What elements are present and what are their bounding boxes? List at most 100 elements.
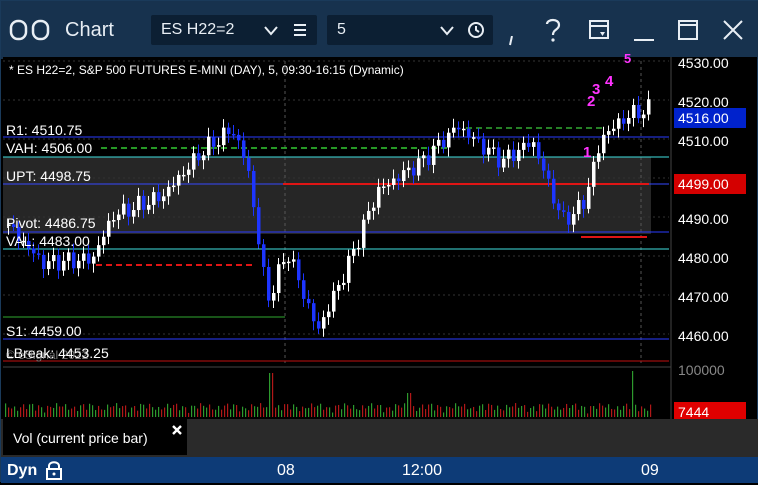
volume-bar — [8, 407, 10, 417]
volume-bar — [305, 408, 307, 417]
count-label: 4 — [605, 73, 614, 90]
candle-body — [257, 207, 261, 245]
candle-body — [207, 136, 211, 156]
volume-bar — [188, 412, 190, 417]
volume-bar — [317, 405, 319, 417]
candle-body — [352, 249, 356, 256]
volume-bar — [89, 403, 91, 417]
volume-bar — [284, 404, 286, 417]
volume-bar — [209, 404, 211, 417]
volume-bar — [449, 407, 451, 417]
close-icon[interactable] — [722, 19, 744, 46]
candle-body — [632, 104, 636, 118]
chevron-down-icon[interactable] — [439, 24, 455, 42]
candle-body — [112, 220, 116, 222]
candle-body — [527, 142, 531, 147]
volume-bar — [605, 407, 607, 417]
candle-body — [447, 132, 451, 148]
close-icon[interactable] — [171, 423, 183, 441]
volume-bar — [176, 403, 178, 417]
candle-body — [627, 117, 631, 124]
volume-bar — [452, 408, 454, 417]
volume-bar — [569, 407, 571, 417]
candle-body — [417, 158, 421, 176]
volume-bar — [344, 403, 346, 417]
volume-bar — [149, 403, 151, 417]
candle-body — [332, 290, 336, 312]
volume-bar — [443, 412, 445, 417]
volume-bar — [602, 405, 604, 417]
candle-body — [382, 186, 386, 188]
pin-icon[interactable] — [509, 33, 515, 51]
clock-icon[interactable] — [467, 21, 485, 44]
chevron-down-icon[interactable] — [263, 24, 279, 42]
candle-body — [327, 311, 331, 318]
price-chart[interactable] — [1, 57, 758, 419]
candle-body — [212, 136, 216, 147]
volume-bar — [161, 409, 163, 417]
candle-body — [442, 139, 446, 148]
candle-body — [362, 219, 366, 248]
candle-body — [347, 255, 351, 283]
volume-bar — [521, 405, 523, 417]
interval-select[interactable]: 5 — [327, 15, 493, 45]
candle-body — [482, 138, 486, 155]
volume-bar — [398, 405, 400, 417]
candle-body — [252, 170, 256, 208]
volume-bar — [620, 409, 622, 417]
layout-icon[interactable] — [9, 19, 51, 46]
candle-body — [562, 210, 566, 212]
candle-body — [192, 153, 196, 170]
volume-bar — [590, 406, 592, 417]
candle-body — [497, 147, 501, 168]
volume-bar — [509, 407, 511, 417]
volume-bar — [611, 408, 613, 417]
maximize-icon[interactable] — [677, 19, 699, 46]
help-icon[interactable] — [544, 17, 562, 48]
count-label: 5 — [624, 51, 632, 66]
volume-bar — [191, 405, 193, 417]
pivot-label: Pivot: 4486.75 — [6, 215, 96, 231]
candle-body — [32, 248, 36, 254]
volume-bar — [56, 403, 58, 417]
candle-body — [427, 155, 431, 165]
candle-body — [97, 245, 101, 257]
lock-icon[interactable] — [45, 460, 63, 485]
candle-body — [337, 285, 341, 291]
minimize-icon[interactable] — [633, 29, 655, 47]
volume-bar — [194, 405, 196, 417]
candle-body — [182, 174, 186, 177]
symbol-select[interactable]: ES H22=2 — [151, 15, 317, 45]
volume-bar — [431, 403, 433, 417]
volume-bar — [227, 403, 229, 417]
volume-bar — [311, 403, 313, 417]
volume-bar — [266, 407, 268, 417]
time-mode-label[interactable]: Dyn — [7, 462, 37, 480]
volume-bar — [464, 403, 466, 417]
template-icon[interactable] — [588, 18, 612, 47]
volume-bar — [647, 410, 649, 417]
candle-body — [107, 220, 111, 237]
volume-bar — [23, 404, 25, 417]
volume-bar — [200, 403, 202, 417]
volume-bar — [77, 410, 79, 417]
candle-body — [452, 127, 456, 133]
candle-body — [167, 186, 171, 197]
candle-body — [532, 142, 536, 147]
candle-body — [197, 153, 201, 161]
volume-study-legend[interactable]: Vol (current price bar) — [3, 419, 187, 455]
volume-bar — [158, 406, 160, 417]
candle-body — [262, 244, 266, 267]
volume-bar — [548, 403, 550, 417]
menu-icon[interactable] — [293, 23, 307, 42]
candle-body — [177, 174, 181, 186]
volume-bar — [320, 403, 322, 417]
volume-bar — [404, 403, 406, 417]
candle-body — [342, 282, 346, 286]
candle-body — [357, 247, 361, 250]
candle-body — [462, 128, 466, 131]
candle-body — [612, 128, 616, 132]
candle-body — [267, 266, 271, 301]
volume-bar — [50, 406, 52, 417]
volume-bar — [326, 407, 328, 417]
